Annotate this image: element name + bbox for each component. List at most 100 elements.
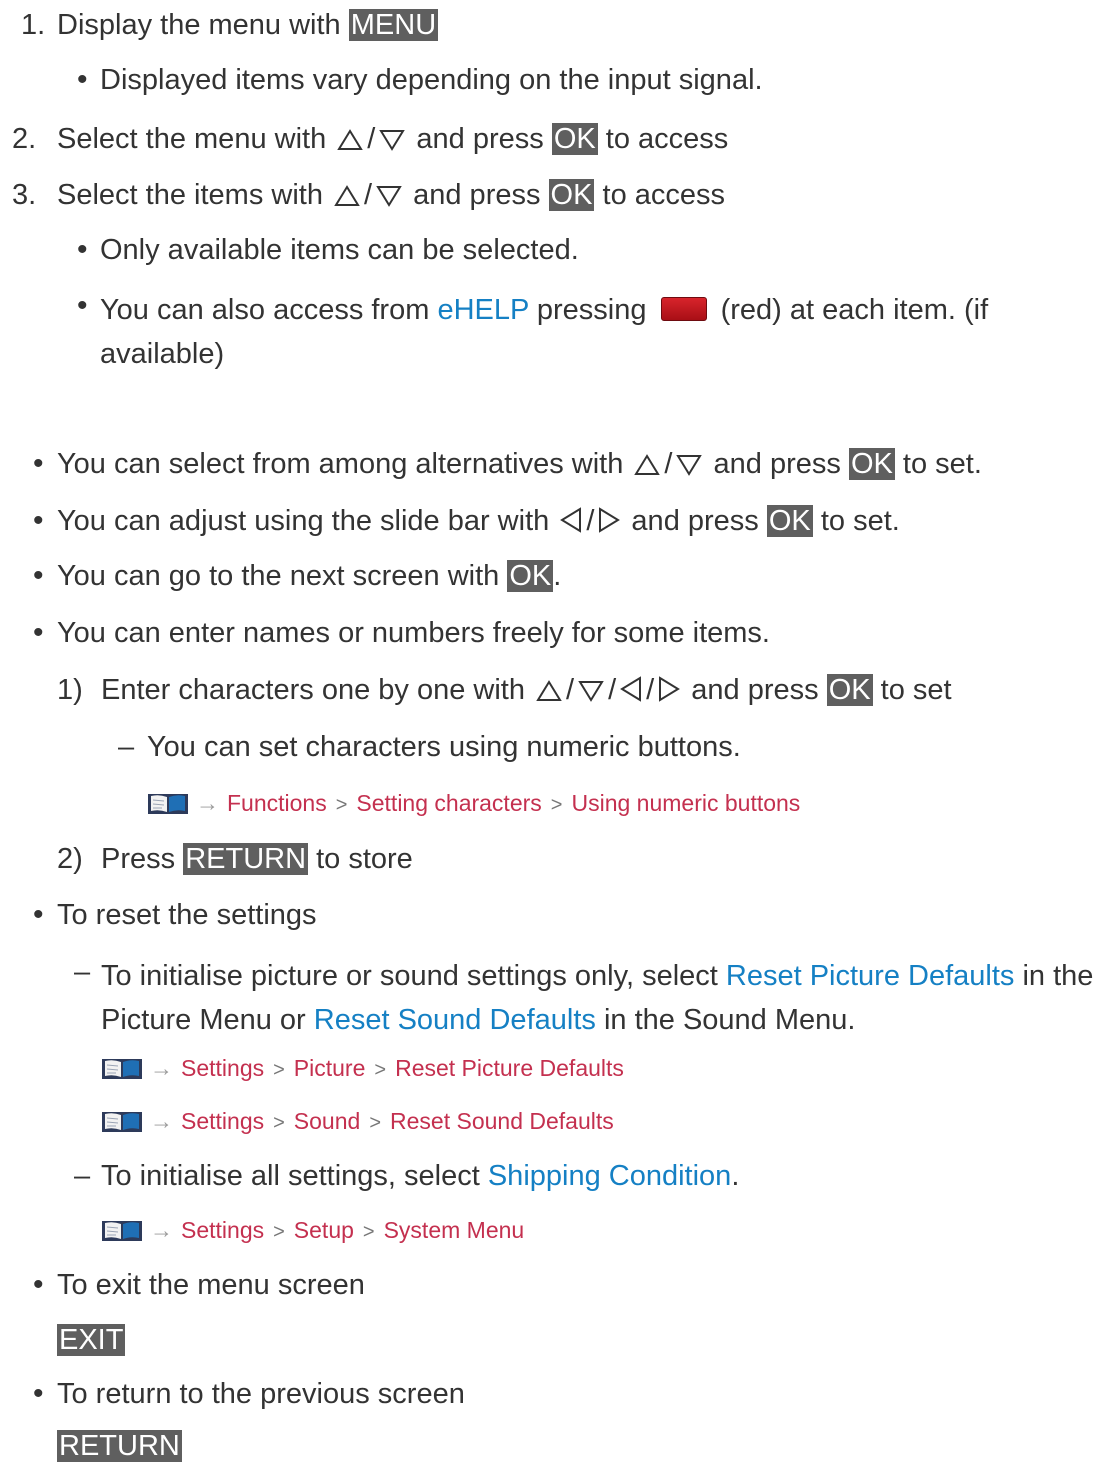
step-number: 3. <box>12 179 37 211</box>
reference-item[interactable]: Setup <box>294 1217 354 1243</box>
step-text: Display the menu with <box>57 9 349 41</box>
ok-key: OK <box>548 179 595 211</box>
arrow-icon: → <box>150 1055 173 1081</box>
slash: / <box>664 448 673 480</box>
left-arrow-icon <box>560 507 582 533</box>
bullet: • <box>33 1268 44 1301</box>
note-text: . <box>731 1160 740 1192</box>
tip-text: Enter characters one by one with <box>101 674 534 706</box>
menu-key: MENU <box>348 9 439 41</box>
dash: – <box>118 731 135 763</box>
note-text: To initialise all settings, select <box>101 1160 488 1192</box>
bullet: • <box>77 289 88 322</box>
tip-text: to set. <box>812 505 900 537</box>
reference-item[interactable]: Picture <box>294 1055 366 1081</box>
slash: / <box>367 123 376 155</box>
reset-sound-defaults-link[interactable]: Reset Sound Defaults <box>314 1004 596 1036</box>
arrow-icon: → <box>150 1217 173 1243</box>
down-arrow-icon <box>379 129 405 151</box>
arrow-icon: → <box>196 790 219 816</box>
up-arrow-icon <box>337 129 363 151</box>
tip-text: and press <box>683 674 827 706</box>
separator: > <box>273 1221 285 1243</box>
step-text: Select the menu with <box>57 123 335 155</box>
separator: > <box>273 1059 285 1081</box>
separator: > <box>273 1112 285 1134</box>
slash: / <box>646 674 655 706</box>
arrow-icon: → <box>150 1108 173 1134</box>
separator: > <box>369 1112 381 1134</box>
separator: > <box>550 794 563 816</box>
tip-text: To reset the settings <box>57 899 317 931</box>
help-page: 1. Display the menu with MENU • Displaye… <box>0 0 1113 1470</box>
note-text: You can set characters using numeric but… <box>147 731 741 763</box>
ok-key: OK <box>826 674 873 706</box>
reference-item[interactable]: Settings <box>181 1108 264 1134</box>
bullet: • <box>33 559 44 592</box>
down-arrow-icon <box>578 680 604 702</box>
slash: / <box>566 674 575 706</box>
reset-picture-defaults-link[interactable]: Reset Picture Defaults <box>726 960 1015 992</box>
reference-item[interactable]: Settings <box>181 1055 264 1081</box>
step-number: 1. <box>21 9 46 41</box>
step-text: and press <box>405 179 549 211</box>
note-text: Displayed items vary depending on the in… <box>100 64 763 96</box>
reference-item[interactable]: Sound <box>294 1108 361 1134</box>
reference-reset-sound[interactable]: → Settings > Sound > Reset Sound Defaults <box>102 1106 614 1136</box>
substep-number: 2) <box>57 843 83 875</box>
slash: / <box>608 674 617 706</box>
bullet: • <box>33 898 44 931</box>
tip-text: to set. <box>894 448 982 480</box>
ok-key: OK <box>848 448 895 480</box>
up-arrow-icon <box>334 185 360 207</box>
reference-item[interactable]: Reset Sound Defaults <box>390 1108 614 1134</box>
bullet: • <box>33 616 44 649</box>
slash: / <box>586 505 595 537</box>
reference-numeric-buttons[interactable]: → Functions > Setting characters > Using nume… <box>148 788 800 818</box>
ok-key: OK <box>551 123 598 155</box>
ehelp-book-icon <box>102 1057 142 1087</box>
substep-number: 1) <box>57 674 83 706</box>
tip-text: and press <box>623 505 767 537</box>
step-text: to access <box>597 123 729 155</box>
tip-text: You can go to the next screen with <box>57 560 508 592</box>
tip-text: To exit the menu screen <box>57 1269 365 1301</box>
tip-text: and press <box>705 448 849 480</box>
reference-reset-picture[interactable]: → Settings > Picture > Reset Picture Defaults <box>102 1053 624 1083</box>
tip-text: You can adjust using the slide bar with <box>57 505 558 537</box>
red-button-icon <box>660 297 707 321</box>
left-arrow-icon <box>620 676 642 702</box>
separator: > <box>335 794 348 816</box>
right-arrow-icon <box>598 507 620 533</box>
separator: > <box>362 1221 375 1243</box>
reference-item[interactable]: System Menu <box>384 1217 525 1243</box>
down-arrow-icon <box>376 185 402 207</box>
bullet: • <box>33 447 44 480</box>
reference-item[interactable]: Setting characters <box>356 790 541 816</box>
reference-item[interactable]: Settings <box>181 1217 264 1243</box>
slash: / <box>364 179 373 211</box>
ok-key: OK <box>507 560 554 592</box>
tip-text: To return to the previous screen <box>57 1378 465 1410</box>
bullet: • <box>77 233 88 266</box>
step-text: and press <box>408 123 552 155</box>
reference-item[interactable]: Using numeric buttons <box>571 790 800 816</box>
dash: – <box>74 956 91 988</box>
note-text: To initialise picture or sound settings … <box>101 960 726 992</box>
bullet: • <box>33 1377 44 1410</box>
bullet: • <box>77 63 88 96</box>
ehelp-book-icon <box>102 1219 142 1249</box>
shipping-condition-link[interactable]: Shipping Condition <box>488 1160 731 1192</box>
down-arrow-icon <box>676 454 702 476</box>
note-text: in the Sound Menu. <box>595 1004 856 1036</box>
bullet: • <box>33 504 44 537</box>
reference-item[interactable]: Reset Picture Defaults <box>395 1055 624 1081</box>
reference-item[interactable]: Functions <box>227 790 327 816</box>
ehelp-link[interactable]: eHELP <box>437 294 528 326</box>
reference-system-menu[interactable]: → Settings > Setup > System Menu <box>102 1215 524 1245</box>
up-arrow-icon <box>536 680 562 702</box>
ehelp-book-icon <box>102 1110 142 1140</box>
step-number: 2. <box>12 123 37 155</box>
right-arrow-icon <box>658 676 680 702</box>
tip-text: Press <box>101 843 184 875</box>
